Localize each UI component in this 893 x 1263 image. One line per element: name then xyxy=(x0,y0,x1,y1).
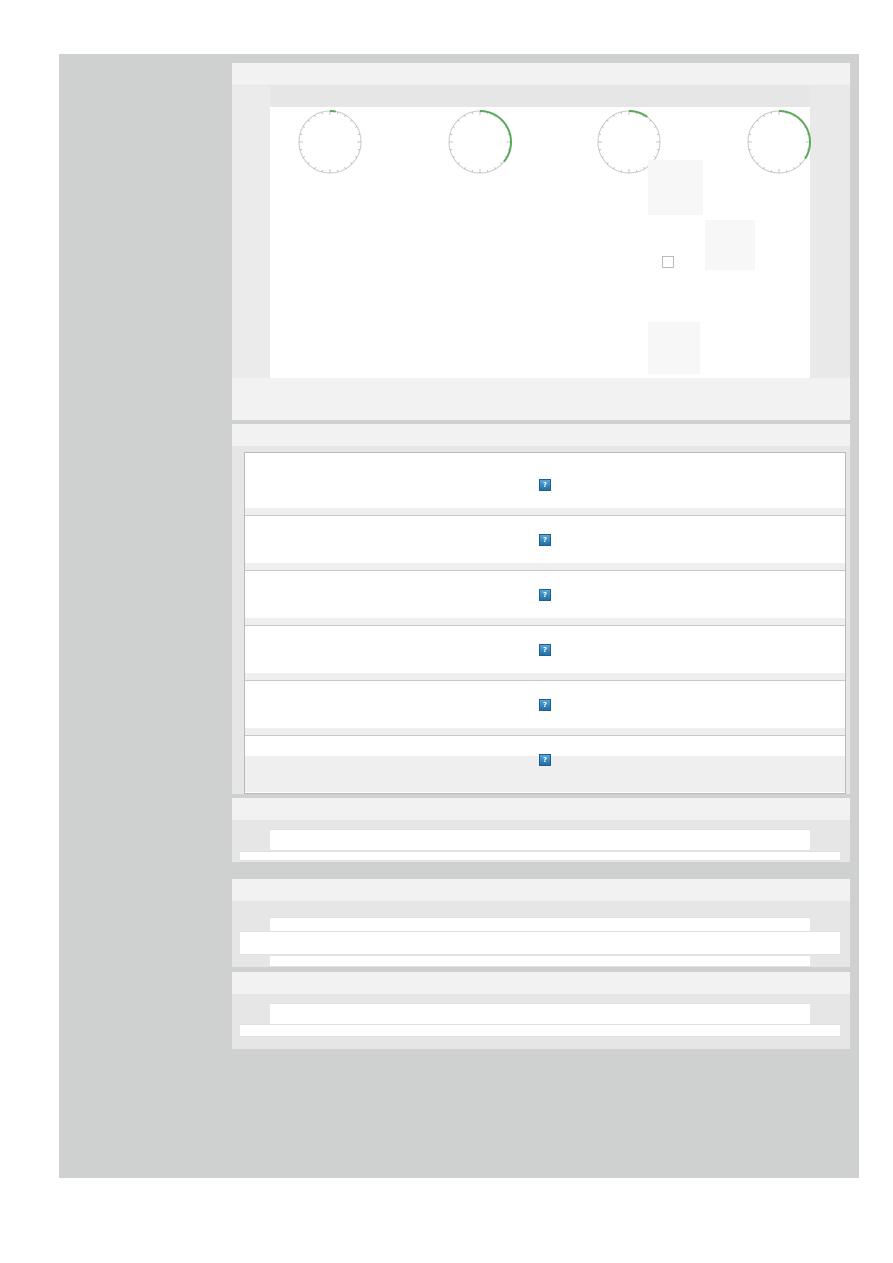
gauge-panel-header xyxy=(232,63,850,86)
help-icon[interactable]: ? xyxy=(539,534,551,546)
gauge-tick xyxy=(457,119,460,122)
gauge-tick xyxy=(598,149,602,151)
gauge-tick xyxy=(748,149,752,151)
help-icon[interactable]: ? xyxy=(539,644,551,656)
gauge-2 xyxy=(448,110,512,174)
gauge-tick xyxy=(748,133,752,135)
text-field[interactable] xyxy=(240,851,840,861)
gauge-tick xyxy=(302,126,306,128)
gauge-tick xyxy=(464,166,466,170)
help-icon[interactable]: ? xyxy=(539,699,551,711)
text-field[interactable] xyxy=(270,1003,810,1025)
gauge-tick xyxy=(653,156,657,158)
gauge-tick xyxy=(763,114,765,118)
help-icon[interactable]: ? xyxy=(539,589,551,601)
gauge-tick xyxy=(457,162,460,165)
list-item: ? xyxy=(245,626,845,681)
gauge-tick xyxy=(799,162,802,165)
gauge-tick xyxy=(307,162,310,165)
gauge-tick xyxy=(751,156,755,158)
form-panel xyxy=(232,798,850,862)
row-divider xyxy=(245,508,845,516)
gauge-tick xyxy=(307,119,310,122)
gauge-tick xyxy=(500,162,503,165)
help-list-panel: ? ? ? ? ? ? xyxy=(232,424,850,794)
gauge-tick xyxy=(452,126,456,128)
gauge-tick xyxy=(299,133,303,135)
form-panel-header xyxy=(232,798,850,821)
gauge-tick xyxy=(793,166,795,170)
gauge-tick xyxy=(350,119,353,122)
help-icon[interactable]: ? xyxy=(539,479,551,491)
gauge-tick xyxy=(449,133,453,135)
gauge-tick xyxy=(464,114,466,118)
gauge-fill-arc xyxy=(329,110,336,113)
gauge-tick xyxy=(756,162,759,165)
list-item: ? xyxy=(245,516,845,571)
text-field[interactable] xyxy=(240,931,840,955)
gauge-tick xyxy=(452,156,456,158)
list-item: ? xyxy=(245,681,845,736)
gauge-tick xyxy=(649,119,652,122)
gauge-tick xyxy=(653,126,657,128)
faint-tile xyxy=(648,160,703,215)
gauge-tick xyxy=(613,114,615,118)
gauge-panel-footer xyxy=(232,378,850,420)
gauge-tick xyxy=(656,133,660,135)
gauge-tick xyxy=(350,162,353,165)
gauge-tick xyxy=(601,156,605,158)
help-icon[interactable]: ? xyxy=(539,754,551,766)
gauge-tick xyxy=(354,156,358,158)
row-divider xyxy=(245,728,845,736)
gauge-tick xyxy=(598,133,602,135)
gauge-fill-arc xyxy=(628,110,648,118)
gauge-tick xyxy=(601,126,605,128)
faint-tile xyxy=(648,322,700,374)
gauge-tick xyxy=(606,119,609,122)
gauge-4 xyxy=(747,110,811,174)
gauge-panel-right-gutter xyxy=(810,86,850,420)
text-field[interactable] xyxy=(270,955,810,967)
gauge-tick xyxy=(613,166,615,170)
list-item: ? xyxy=(245,453,845,516)
gauge-panel-left-gutter xyxy=(232,86,270,420)
row-divider xyxy=(245,563,845,571)
form-panel-header xyxy=(232,972,850,995)
small-checkbox[interactable] xyxy=(662,256,674,268)
gauge-tick xyxy=(606,162,609,165)
faint-tile xyxy=(705,220,755,270)
gauge-1 xyxy=(298,110,362,174)
row-divider xyxy=(245,618,845,626)
gauge-panel xyxy=(232,63,850,420)
gauge-tick xyxy=(314,114,316,118)
text-field[interactable] xyxy=(240,1024,840,1037)
gauge-tick xyxy=(763,166,765,170)
gauge-tick xyxy=(299,149,303,151)
help-list: ? ? ? ? ? ? xyxy=(244,452,846,794)
gauge-tick xyxy=(344,114,346,118)
form-panel-header xyxy=(232,879,850,902)
gauge-tick xyxy=(302,156,306,158)
gauge-fill-arc xyxy=(778,110,811,160)
text-field[interactable] xyxy=(270,829,810,851)
form-panel xyxy=(232,972,850,1049)
gauge-tick xyxy=(314,166,316,170)
list-item: ? xyxy=(245,571,845,626)
gauge-tick xyxy=(756,119,759,122)
gauge-tick xyxy=(357,149,361,151)
list-item: ? xyxy=(245,736,845,792)
gauge-tick xyxy=(449,149,453,151)
help-list-header xyxy=(232,424,850,447)
gauge-tick xyxy=(354,126,358,128)
gauge-tick xyxy=(656,149,660,151)
gauge-tick xyxy=(751,126,755,128)
gauge-tick xyxy=(643,166,645,170)
gauge-tick xyxy=(494,166,496,170)
gauge-tick xyxy=(357,133,361,135)
row-divider xyxy=(245,673,845,681)
gauge-fill-arc xyxy=(479,110,512,163)
gauge-tick xyxy=(344,166,346,170)
form-panel xyxy=(232,879,850,967)
